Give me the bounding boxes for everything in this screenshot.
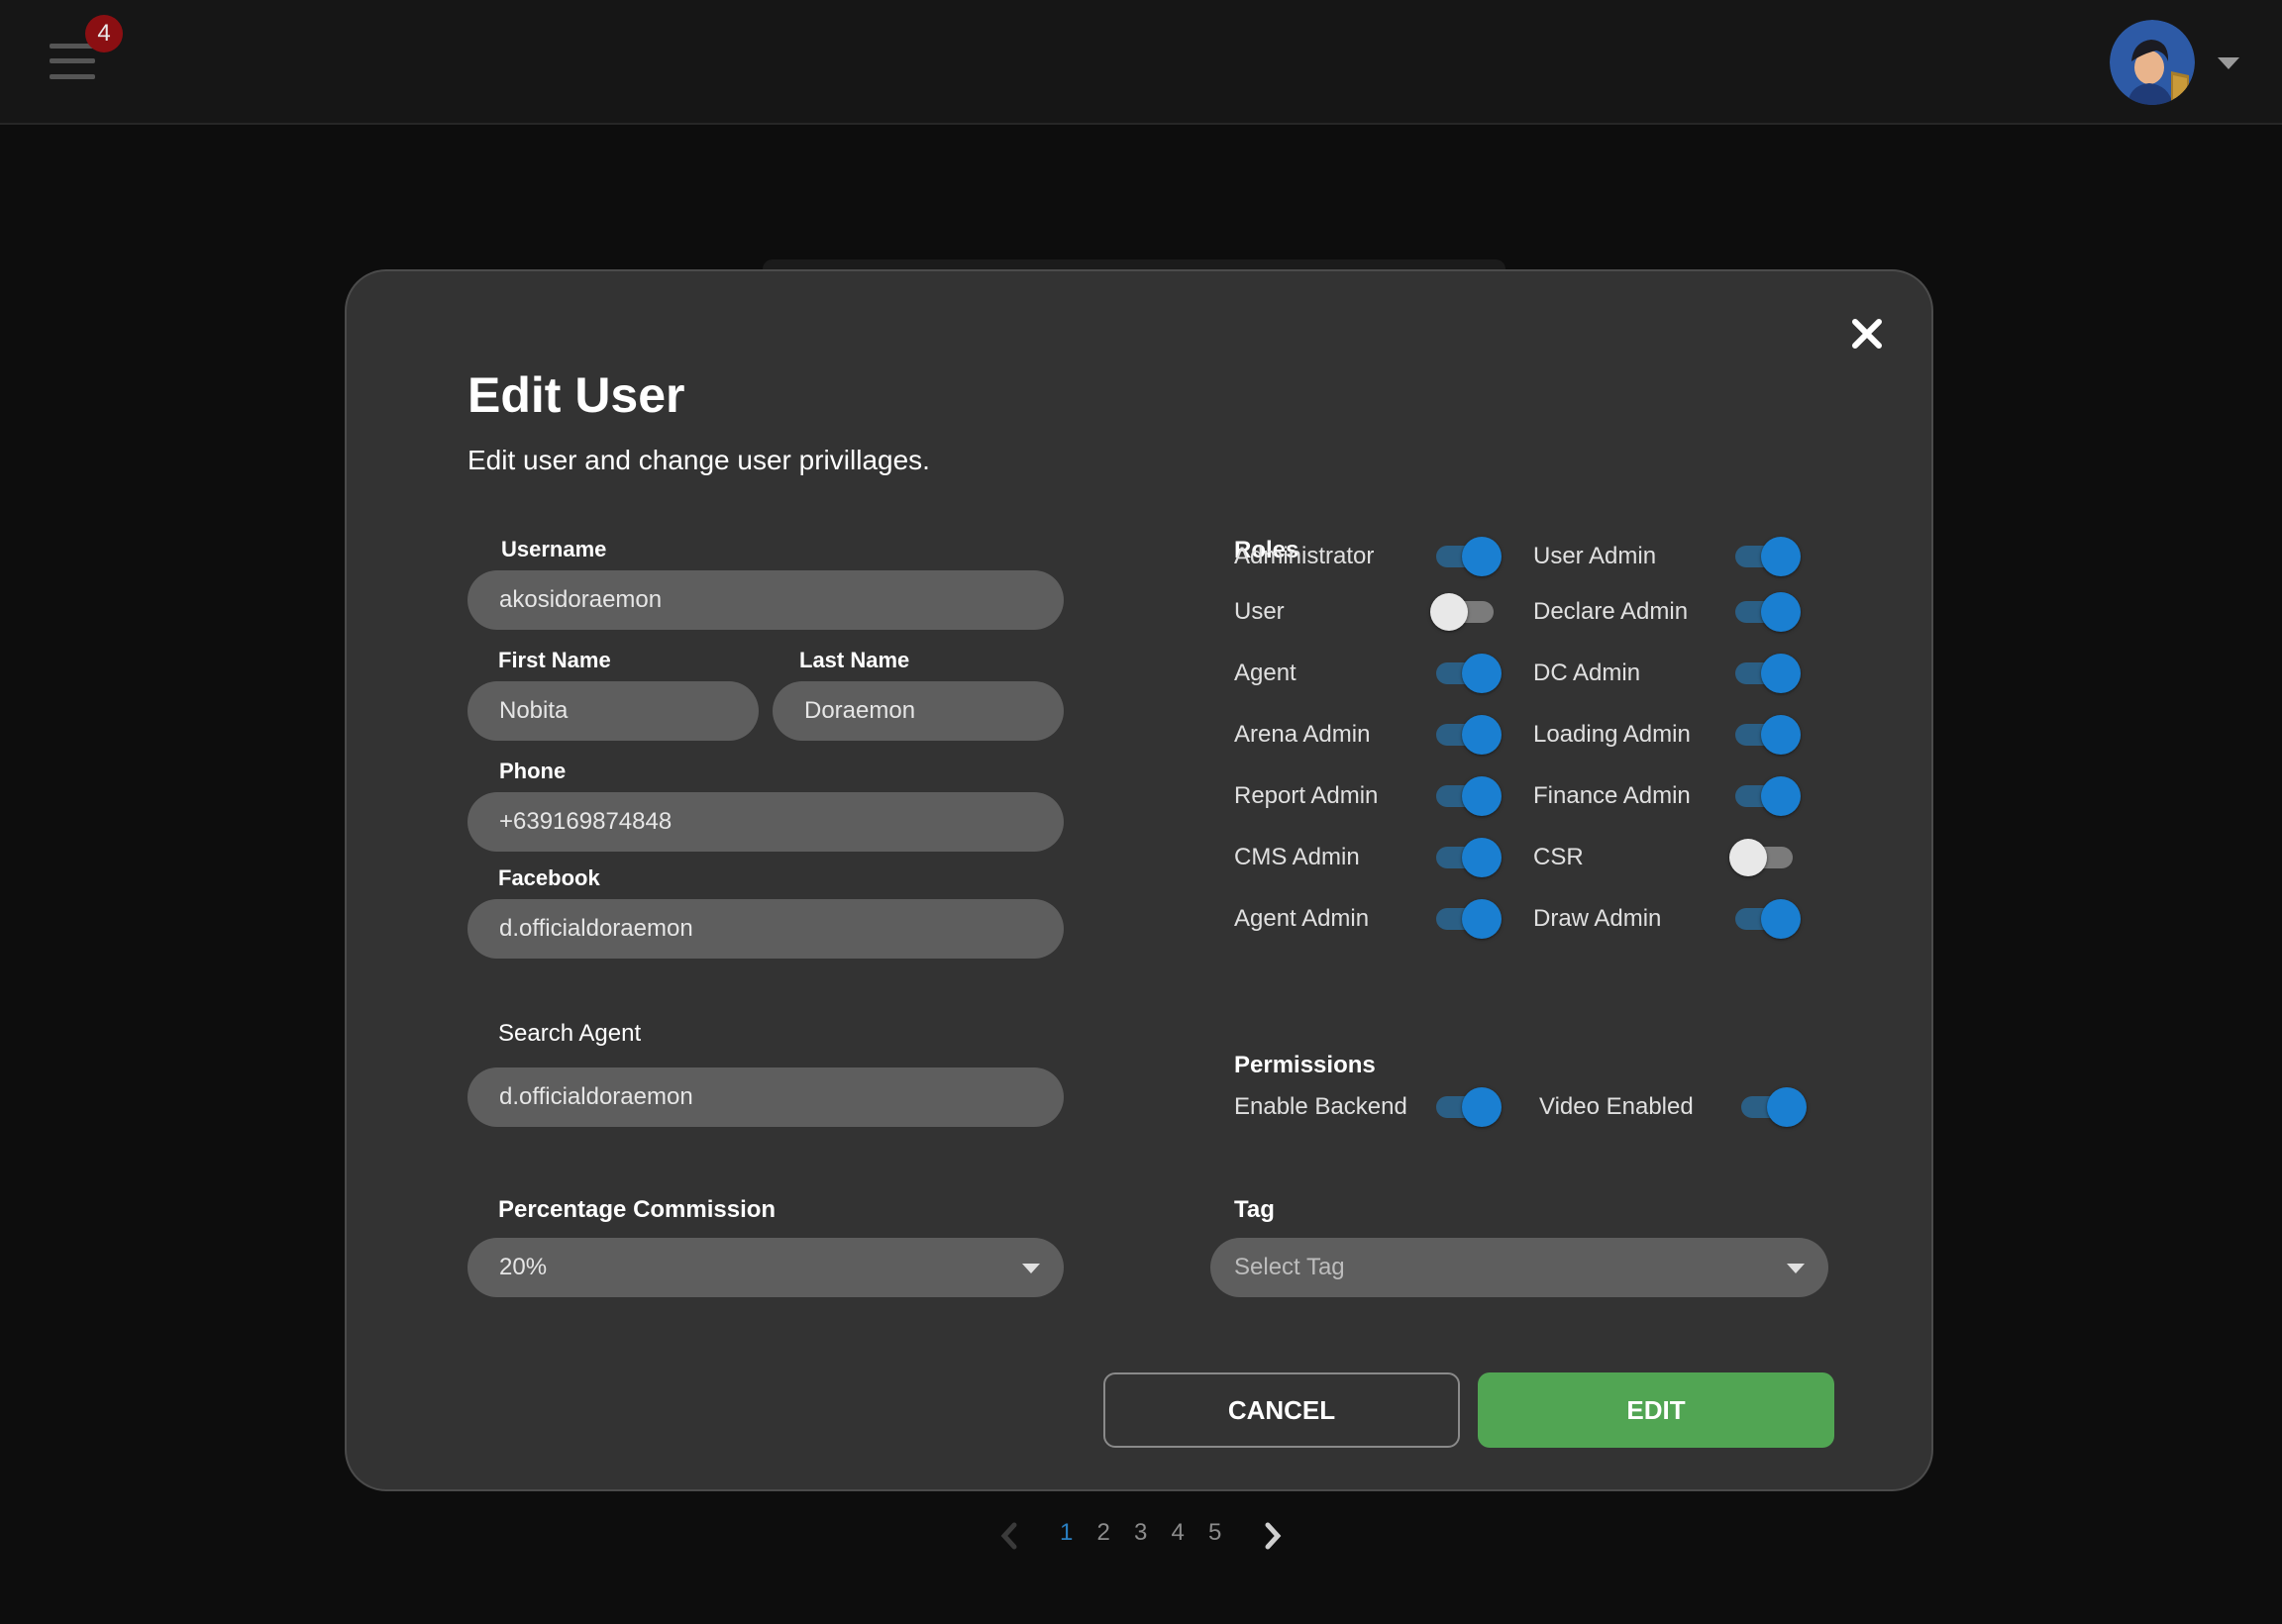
chevron-right-icon[interactable]: [1258, 1521, 1286, 1551]
phone-field[interactable]: +639169874848: [467, 792, 1064, 852]
commission-select[interactable]: 20%: [467, 1238, 1064, 1297]
toggle-csr[interactable]: [1729, 838, 1801, 877]
page-link-2[interactable]: 2: [1097, 1519, 1110, 1547]
cancel-button[interactable]: CANCEL: [1103, 1372, 1460, 1448]
caret-down-icon: [1787, 1264, 1805, 1273]
phone-label: Phone: [499, 759, 567, 783]
pagination: 12345: [0, 1519, 2282, 1555]
permission-label-video-enabled: Video Enabled: [1539, 1093, 1694, 1120]
role-label-agent: Agent: [1234, 660, 1297, 686]
close-icon[interactable]: [1842, 309, 1892, 358]
role-label-arena-admin: Arena Admin: [1234, 721, 1371, 748]
user-avatar-icon[interactable]: [2110, 20, 2195, 105]
search-agent-label: Search Agent: [498, 1020, 642, 1047]
username-label: Username: [501, 537, 607, 561]
toggle-agent-admin[interactable]: [1436, 899, 1502, 939]
search-agent-field[interactable]: d.officialdoraemon: [467, 1067, 1064, 1127]
page-link-5[interactable]: 5: [1208, 1519, 1221, 1547]
page-link-1[interactable]: 1: [1060, 1519, 1073, 1547]
last-name-label: Last Name: [799, 648, 910, 672]
page-link-4[interactable]: 4: [1172, 1519, 1185, 1547]
toggle-arena-admin[interactable]: [1436, 715, 1502, 755]
top-bar: 4: [0, 0, 2282, 125]
modal-title: Edit User: [467, 367, 685, 423]
edit-user-modal: Edit User Edit user and change user priv…: [345, 269, 1933, 1491]
toggle-finance-admin[interactable]: [1735, 776, 1801, 816]
edit-button[interactable]: EDIT: [1478, 1372, 1834, 1448]
role-label-agent-admin: Agent Admin: [1234, 905, 1370, 932]
commission-value: 20%: [499, 1254, 548, 1280]
facebook-label: Facebook: [498, 865, 600, 890]
last-name-field[interactable]: Doraemon: [773, 681, 1064, 741]
permissions-heading: Permissions: [1234, 1052, 1376, 1078]
tag-select[interactable]: Select Tag: [1210, 1238, 1828, 1297]
toggle-enable-backend[interactable]: [1436, 1087, 1502, 1127]
role-label-administrator: Administrator: [1234, 543, 1375, 569]
toggle-draw-admin[interactable]: [1735, 899, 1801, 939]
chevron-left-icon[interactable]: [996, 1521, 1024, 1551]
first-name-field[interactable]: Nobita: [467, 681, 759, 741]
toggle-loading-admin[interactable]: [1735, 715, 1801, 755]
caret-down-icon: [1022, 1264, 1040, 1273]
toggle-agent[interactable]: [1436, 654, 1502, 693]
username-field[interactable]: akosidoraemon: [467, 570, 1064, 630]
toggle-report-admin[interactable]: [1436, 776, 1502, 816]
tag-placeholder: Select Tag: [1234, 1254, 1345, 1280]
toggle-administrator[interactable]: [1436, 537, 1502, 576]
modal-subtitle: Edit user and change user privillages.: [467, 445, 930, 475]
toggle-declare-admin[interactable]: [1735, 592, 1801, 632]
toggle-user-admin[interactable]: [1735, 537, 1801, 576]
first-name-label: First Name: [498, 648, 611, 672]
toggle-dc-admin[interactable]: [1735, 654, 1801, 693]
toggle-video-enabled[interactable]: [1741, 1087, 1807, 1127]
tag-label: Tag: [1234, 1196, 1275, 1223]
role-label-user-admin: User Admin: [1533, 543, 1657, 569]
commission-label: Percentage Commission: [498, 1196, 777, 1223]
role-label-dc-admin: DC Admin: [1533, 660, 1641, 686]
toggle-cms-admin[interactable]: [1436, 838, 1502, 877]
role-label-finance-admin: Finance Admin: [1533, 782, 1691, 809]
caret-down-icon[interactable]: [2218, 57, 2239, 69]
toggle-user[interactable]: [1430, 592, 1502, 632]
hamburger-menu-icon[interactable]: [50, 42, 95, 81]
permission-label-enable-backend: Enable Backend: [1234, 1093, 1407, 1120]
role-label-report-admin: Report Admin: [1234, 782, 1379, 809]
facebook-field[interactable]: d.officialdoraemon: [467, 899, 1064, 959]
role-label-draw-admin: Draw Admin: [1533, 905, 1662, 932]
role-label-csr: CSR: [1533, 844, 1584, 870]
role-label-cms-admin: CMS Admin: [1234, 844, 1360, 870]
page-link-3[interactable]: 3: [1134, 1519, 1147, 1547]
role-label-declare-admin: Declare Admin: [1533, 598, 1689, 625]
notification-badge: 4: [85, 15, 123, 52]
role-label-loading-admin: Loading Admin: [1533, 721, 1691, 748]
role-label-user: User: [1234, 598, 1285, 625]
